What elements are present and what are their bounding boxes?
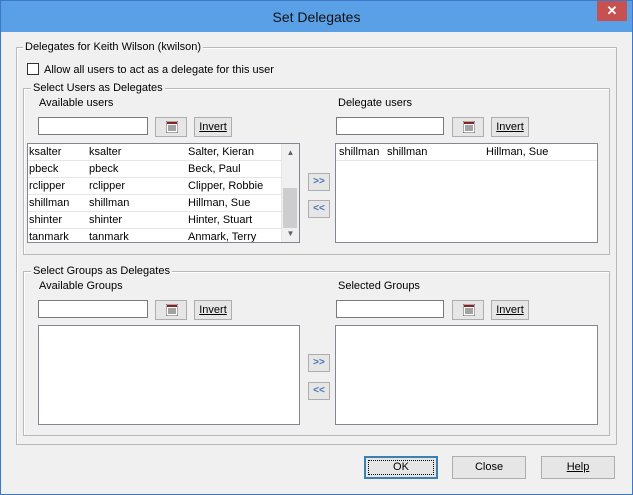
available-users-scrollbar[interactable]: ▲ ▼ xyxy=(281,144,299,242)
user-login: rclipper xyxy=(89,180,126,192)
list-item[interactable]: ksalter ksalter Salter, Kieran xyxy=(28,144,299,161)
user-id: shillman xyxy=(29,197,70,209)
invert-label: Invert xyxy=(199,304,227,316)
filter-list-icon xyxy=(463,304,475,316)
user-name: Hinter, Stuart xyxy=(188,214,253,226)
list-item[interactable]: shillman shillman Hillman, Sue xyxy=(28,195,299,212)
user-id: shillman xyxy=(339,146,380,158)
add-group-button[interactable]: >> xyxy=(308,354,330,372)
delegate-users-invert-button[interactable]: Invert xyxy=(491,117,529,137)
list-item[interactable]: pbeck pbeck Beck, Paul xyxy=(28,161,299,178)
user-login: shinter xyxy=(89,214,123,226)
invert-label: Invert xyxy=(496,304,524,316)
available-groups-filter-button[interactable] xyxy=(155,300,187,320)
users-group-label: Select Users as Delegates xyxy=(31,82,165,94)
help-button[interactable]: Help xyxy=(541,456,615,479)
delegate-users-rows: shillman shillman Hillman, Sue xyxy=(336,144,597,161)
invert-label: Invert xyxy=(496,121,524,133)
groups-group-label: Select Groups as Delegates xyxy=(31,265,172,277)
help-label: Help xyxy=(566,461,590,473)
remove-group-button[interactable]: << xyxy=(308,382,330,400)
selected-groups-filter-button[interactable] xyxy=(452,300,484,320)
allow-all-checkbox[interactable] xyxy=(27,63,39,75)
user-name: Anmark, Terry xyxy=(188,231,257,243)
user-login: ksalter xyxy=(89,146,122,158)
available-users-filter-input[interactable] xyxy=(38,117,148,135)
add-user-button[interactable]: >> xyxy=(308,173,330,191)
available-users-filter-button[interactable] xyxy=(155,117,187,137)
user-name: Hillman, Sue xyxy=(188,197,251,209)
close-label: Close xyxy=(474,461,504,473)
available-users-invert-button[interactable]: Invert xyxy=(194,117,232,137)
selected-groups-filter-input[interactable] xyxy=(336,300,444,318)
filter-list-icon xyxy=(166,121,178,133)
user-login: shillman xyxy=(387,146,428,158)
delegate-users-list[interactable]: shillman shillman Hillman, Sue xyxy=(335,143,598,243)
available-groups-label: Available Groups xyxy=(39,280,123,292)
filter-list-icon xyxy=(166,304,178,316)
user-login: pbeck xyxy=(89,163,119,175)
selected-groups-label: Selected Groups xyxy=(338,280,420,292)
user-name: Salter, Kieran xyxy=(188,146,255,158)
user-login: shillman xyxy=(89,197,130,209)
available-groups-invert-button[interactable]: Invert xyxy=(194,300,232,320)
delegate-users-label: Delegate users xyxy=(338,97,412,109)
title-bar[interactable]: Set Delegates ✕ xyxy=(1,1,632,32)
scroll-thumb[interactable] xyxy=(283,188,297,228)
delegate-users-filter-button[interactable] xyxy=(452,117,484,137)
window-title: Set Delegates xyxy=(272,9,361,25)
available-groups-filter-input[interactable] xyxy=(38,300,148,318)
list-item[interactable]: shillman shillman Hillman, Sue xyxy=(336,144,597,161)
user-name: Hillman, Sue xyxy=(486,146,549,158)
scroll-down-icon[interactable]: ▼ xyxy=(282,225,299,242)
close-window-button[interactable]: ✕ xyxy=(597,1,627,21)
allow-all-label: Allow all users to act as a delegate for… xyxy=(44,64,274,76)
user-id: tanmark xyxy=(29,231,69,243)
delegate-users-filter-input[interactable] xyxy=(336,117,444,135)
ok-label: OK xyxy=(393,461,409,473)
user-login: tanmark xyxy=(89,231,129,243)
filter-list-icon xyxy=(463,121,475,133)
close-button[interactable]: Close xyxy=(452,456,526,479)
available-users-rows: ksalter ksalter Salter, Kieran pbeck pbeck Be… xyxy=(28,144,299,243)
scroll-up-icon[interactable]: ▲ xyxy=(282,144,299,161)
list-item[interactable]: tanmark tanmark Anmark, Terry xyxy=(28,229,299,243)
set-delegates-dialog: Set Delegates ✕ Delegates for Keith Wils… xyxy=(0,0,633,495)
available-users-label: Available users xyxy=(39,97,114,109)
invert-label: Invert xyxy=(199,121,227,133)
user-id: shinter xyxy=(29,214,63,226)
list-item[interactable]: rclipper rclipper Clipper, Robbie xyxy=(28,178,299,195)
user-id: rclipper xyxy=(29,180,66,192)
user-id: ksalter xyxy=(29,146,62,158)
available-groups-list[interactable] xyxy=(38,325,300,425)
user-name: Beck, Paul xyxy=(188,163,241,175)
selected-groups-invert-button[interactable]: Invert xyxy=(491,300,529,320)
list-item[interactable]: shinter shinter Hinter, Stuart xyxy=(28,212,299,229)
ok-button[interactable]: OK xyxy=(364,456,438,479)
available-users-list[interactable]: ksalter ksalter Salter, Kieran pbeck pbeck Be… xyxy=(27,143,300,243)
user-id: pbeck xyxy=(29,163,59,175)
remove-user-button[interactable]: << xyxy=(308,200,330,218)
selected-groups-list[interactable] xyxy=(335,325,598,425)
delegates-group-label: Delegates for Keith Wilson (kwilson) xyxy=(23,41,204,53)
user-name: Clipper, Robbie xyxy=(188,180,264,192)
close-icon: ✕ xyxy=(606,3,618,18)
